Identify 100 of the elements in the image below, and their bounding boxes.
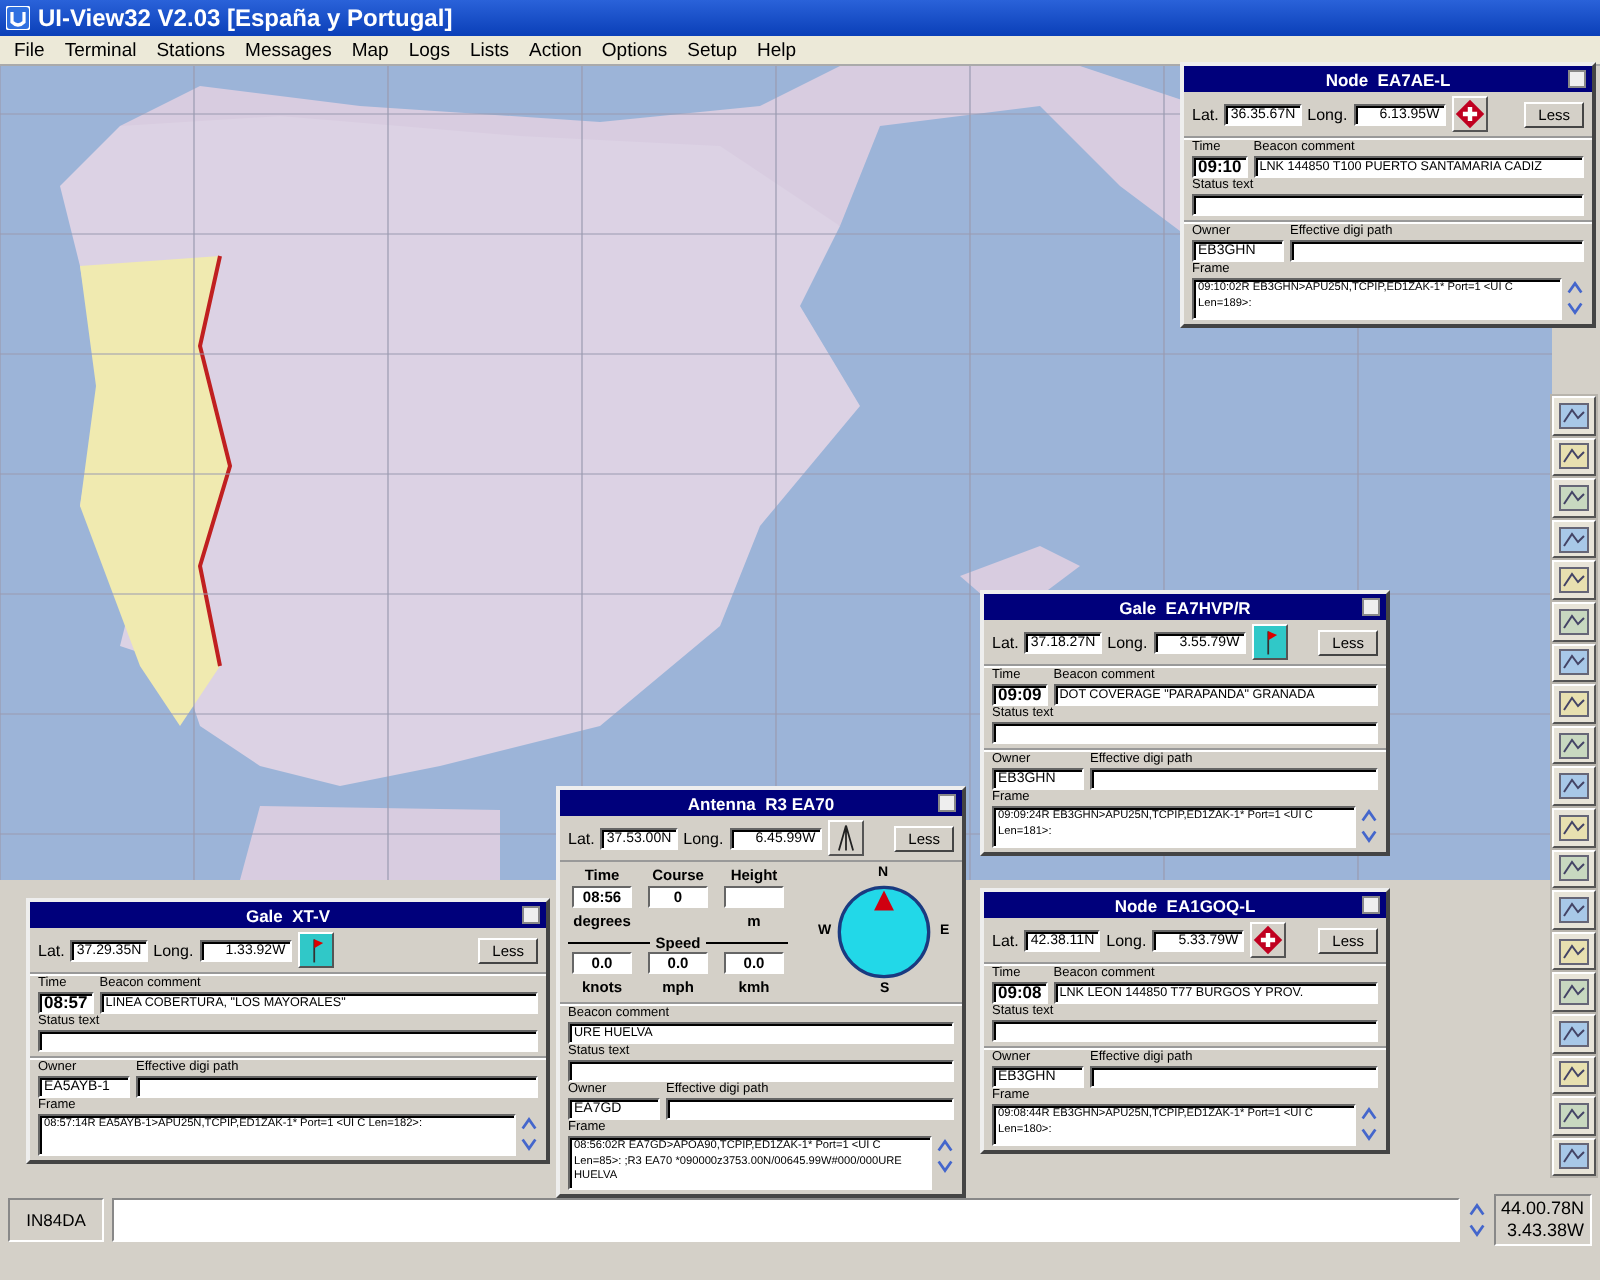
digi-path-field[interactable]	[1290, 240, 1584, 262]
app-icon	[6, 6, 30, 30]
window-button[interactable]	[938, 794, 956, 812]
map-icon	[1558, 1060, 1590, 1089]
toolbar-button[interactable]	[1552, 766, 1596, 806]
digi-path-field[interactable]	[136, 1076, 538, 1098]
digi-path-field[interactable]	[666, 1098, 954, 1120]
lat-label: Lat.	[38, 941, 65, 959]
menu-item[interactable]: Terminal	[54, 39, 147, 61]
menu-item[interactable]: Help	[746, 39, 807, 61]
toolbar-button[interactable]	[1552, 1137, 1596, 1177]
time-field[interactable]: 08:57	[38, 992, 94, 1014]
diamond-icon	[1250, 922, 1287, 958]
scroll-arrows-icon[interactable]	[936, 1136, 954, 1176]
toolbar-button[interactable]	[1552, 643, 1596, 683]
time-field[interactable]: 09:09	[992, 684, 1048, 706]
map-icon	[1558, 607, 1590, 636]
long-label: Long.	[153, 941, 194, 959]
digi-path-field[interactable]	[1090, 1066, 1378, 1088]
menu-item[interactable]: Action	[519, 39, 592, 61]
window-title: Node EA7AE-L	[1184, 66, 1592, 92]
map-icon	[1558, 525, 1590, 554]
window-title: UI-View32 V2.03 [España y Portugal]	[38, 4, 453, 32]
lat-label: Lat.	[992, 633, 1019, 651]
compass-dial	[836, 884, 932, 980]
menu-item[interactable]: Setup	[677, 39, 747, 61]
long-label: Long.	[1307, 105, 1348, 123]
map-icon	[1558, 978, 1590, 1007]
map-icon	[1558, 937, 1590, 966]
lat-label: Lat.	[1192, 105, 1219, 123]
menu-item[interactable]: Options	[591, 39, 678, 61]
toolbar-button[interactable]	[1552, 807, 1596, 848]
scroll-arrows-icon[interactable]	[1468, 1200, 1486, 1240]
time-field[interactable]: 09:10	[1192, 156, 1248, 178]
window-title: Gale EA7HVP/R	[984, 594, 1386, 620]
cursor-coordinates: 44.00.78N 3.43.38W	[1494, 1194, 1592, 1246]
lat-label: Lat.	[992, 931, 1019, 949]
menu-item[interactable]: Lists	[459, 39, 519, 61]
status-text-field[interactable]	[38, 1030, 538, 1052]
map-icon	[1558, 401, 1590, 430]
map-icon	[1558, 731, 1590, 760]
long-label: Long.	[683, 829, 724, 847]
toolbar-button[interactable]	[1552, 1096, 1596, 1136]
menu-item[interactable]: Logs	[398, 39, 460, 61]
toolbar-button[interactable]	[1552, 519, 1596, 559]
toolbar-button[interactable]	[1552, 1055, 1596, 1095]
menu-item[interactable]: Stations	[146, 39, 236, 61]
map-icon	[1558, 895, 1590, 924]
toolbar-button[interactable]	[1552, 437, 1596, 477]
toolbar-button[interactable]	[1552, 601, 1596, 642]
scroll-arrows-icon[interactable]	[1360, 806, 1378, 846]
locator-field: IN84DA	[8, 1198, 104, 1242]
map-icon	[1558, 1019, 1590, 1048]
diamond-icon	[1451, 96, 1488, 132]
toolbar-button[interactable]	[1552, 890, 1596, 930]
scroll-arrows-icon[interactable]	[1360, 1104, 1378, 1144]
menu-item[interactable]: File	[4, 39, 55, 61]
long-label: Long.	[1107, 633, 1148, 651]
flag-icon	[297, 932, 334, 968]
window-title: Antenna R3 EA70	[560, 790, 962, 816]
toolbar-button[interactable]	[1552, 931, 1596, 971]
map-icon	[1558, 772, 1590, 801]
flag-icon	[1251, 624, 1288, 660]
window-button[interactable]	[1362, 896, 1380, 914]
window-title: Gale XT-V	[30, 902, 546, 928]
map-icon	[1558, 854, 1590, 883]
tower-icon	[827, 820, 864, 856]
window-title: Node EA1GOQ-L	[984, 892, 1386, 918]
map-icon	[1558, 1101, 1590, 1130]
status-text-field[interactable]	[568, 1060, 954, 1082]
map-icon	[1558, 648, 1590, 677]
long-label: Long.	[1106, 931, 1147, 949]
toolbar-button[interactable]	[1552, 1013, 1596, 1053]
menu-item[interactable]: Messages	[235, 39, 342, 61]
time-field[interactable]: 09:08	[992, 982, 1048, 1004]
digi-path-field[interactable]	[1090, 768, 1378, 790]
height-field[interactable]	[724, 886, 784, 909]
map-icon	[1558, 689, 1590, 718]
status-text-field[interactable]	[992, 1020, 1378, 1042]
toolbar-button[interactable]	[1552, 560, 1596, 600]
toolbar-button[interactable]	[1552, 396, 1596, 436]
toolbar-button[interactable]	[1552, 972, 1596, 1012]
window-button[interactable]	[522, 906, 540, 924]
toolbar-button[interactable]	[1552, 684, 1596, 724]
toolbar-button[interactable]	[1552, 478, 1596, 518]
window-button[interactable]	[1362, 598, 1380, 616]
scroll-arrows-icon[interactable]	[1566, 278, 1584, 318]
status-text-field[interactable]	[1192, 194, 1584, 216]
map-icon	[1558, 566, 1590, 595]
toolbar-button[interactable]	[1552, 725, 1596, 765]
toolbar-button[interactable]	[1552, 849, 1596, 889]
map-icon	[1558, 483, 1590, 512]
menu-item[interactable]: Map	[341, 39, 399, 61]
map-icon	[1558, 1142, 1590, 1171]
map-icon	[1558, 813, 1590, 842]
window-button[interactable]	[1568, 70, 1586, 88]
scroll-arrows-icon[interactable]	[520, 1114, 538, 1154]
lat-label: Lat.	[568, 829, 595, 847]
command-input[interactable]	[112, 1198, 1460, 1242]
status-text-field[interactable]	[992, 722, 1378, 744]
